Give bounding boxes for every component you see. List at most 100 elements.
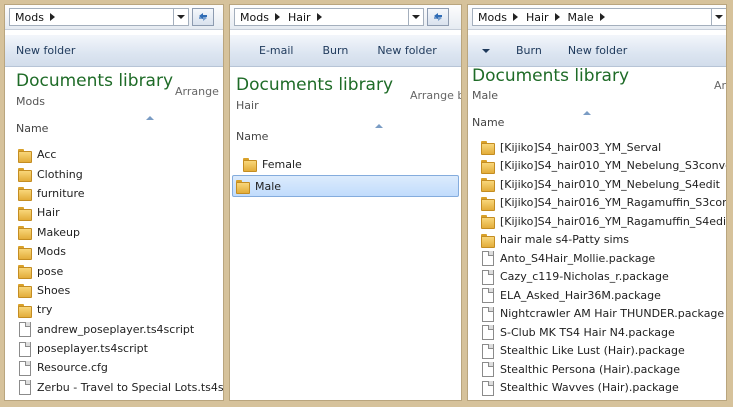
folder-item[interactable]: Acc (5, 145, 223, 164)
file-item[interactable]: Nightcrawler AM Hair THUNDER.package (468, 305, 726, 324)
address-field[interactable]: Mods (9, 8, 174, 26)
command-bar: E-mail Burn New folder (230, 35, 461, 67)
folder-item[interactable]: Makeup (5, 223, 223, 242)
library-title: Documents library (236, 75, 394, 95)
address-bar: Mods (5, 5, 223, 30)
sort-ascending-icon (146, 116, 154, 120)
breadcrumb-mods[interactable]: Mods (478, 11, 507, 24)
new-folder-button[interactable]: New folder (568, 44, 627, 57)
file-item[interactable]: Resource.cfg (5, 358, 223, 377)
breadcrumb-arrow-icon[interactable] (599, 13, 605, 21)
chevron-down-icon (177, 15, 185, 19)
folder-item[interactable]: try (5, 300, 223, 319)
breadcrumb-arrow-icon[interactable] (316, 13, 322, 21)
folder-icon (242, 157, 257, 172)
item-name: Resource.cfg (37, 361, 108, 375)
chevron-down-icon (715, 15, 723, 19)
item-name: Nightcrawler AM Hair THUNDER.package (500, 307, 725, 321)
folder-item[interactable]: Hair (5, 203, 223, 222)
file-item[interactable]: Anto_S4Hair_Mollie.package (468, 249, 726, 268)
address-bar: Mods Hair Male (468, 5, 726, 30)
file-icon (480, 362, 494, 378)
breadcrumb-hair[interactable]: Hair (288, 11, 311, 24)
folder-icon (17, 148, 32, 163)
file-item[interactable]: Cazy_c119-Nicholas_r.package (468, 268, 726, 287)
breadcrumb-mods[interactable]: Mods (15, 11, 44, 24)
address-field[interactable]: Mods Hair (234, 8, 409, 26)
folder-item[interactable]: Clothing (5, 164, 223, 183)
breadcrumb-hair[interactable]: Hair (526, 11, 549, 24)
folder-item[interactable]: furniture (5, 184, 223, 203)
file-item[interactable]: S-Club MK TS4 Hair N4.package (468, 323, 726, 342)
item-name: [Kijiko]S4_hair010_YM_Nebelung_S4edit (500, 177, 720, 191)
new-folder-button[interactable]: New folder (16, 44, 75, 57)
folder-item[interactable]: [Kijiko]S4_hair016_YM_Ragamuffin_S4edit (468, 212, 726, 231)
column-header-name[interactable]: Name (16, 122, 48, 135)
file-icon (17, 380, 31, 396)
burn-button[interactable]: Burn (516, 44, 542, 57)
address-field[interactable]: Mods Hair Male (472, 8, 712, 26)
folder-item[interactable]: hair male s4-Patty sims (468, 231, 726, 250)
breadcrumb-male[interactable]: Male (568, 11, 594, 24)
refresh-button[interactable] (427, 8, 449, 26)
breadcrumb-mods[interactable]: Mods (240, 11, 269, 24)
folder-icon (17, 206, 32, 221)
arrange-by-button[interactable]: Arrange by (714, 79, 726, 92)
breadcrumb-arrow-icon[interactable] (512, 13, 518, 21)
address-dropdown-button[interactable] (174, 8, 189, 26)
file-item[interactable]: Stealthic Like Lust (Hair).package (468, 342, 726, 361)
item-name: furniture (37, 186, 85, 200)
explorer-window-mods: Mods New folder Documents library Mods A… (4, 4, 224, 401)
folder-icon (17, 167, 32, 183)
library-subtitle: Hair (236, 99, 259, 112)
folder-item[interactable]: [Kijiko]S4_hair003_YM_Serval (468, 138, 726, 157)
item-name: Cazy_c119-Nicholas_r.package (500, 270, 669, 284)
library-subtitle: Mods (16, 95, 45, 108)
sort-ascending-icon (583, 111, 591, 115)
folder-icon (17, 283, 32, 299)
email-button[interactable]: E-mail (259, 44, 294, 57)
file-item[interactable]: andrew_poseplayer.ts4script (5, 320, 223, 339)
item-name: [Kijiko]S4_hair010_YM_Nebelung_S3convers… (500, 159, 726, 173)
file-icon (480, 380, 494, 396)
arrange-by-button[interactable]: Arrange by (175, 85, 223, 98)
file-item[interactable]: Stealthic Persona (Hair).package (468, 360, 726, 379)
item-name: pose (37, 264, 64, 278)
folder-item[interactable]: Male (232, 175, 459, 197)
column-header-name[interactable]: Name (472, 116, 504, 129)
new-folder-button[interactable]: New folder (377, 44, 436, 57)
file-item[interactable]: Stealthic Wavves (Hair).package (468, 379, 726, 398)
column-header-name[interactable]: Name (236, 130, 268, 143)
folder-item[interactable]: pose (5, 261, 223, 280)
item-name: Shoes (37, 283, 71, 297)
file-item[interactable]: poseplayer.ts4script (5, 339, 223, 358)
breadcrumb-arrow-icon[interactable] (274, 13, 280, 21)
folder-icon (17, 186, 32, 202)
item-name: ELA_Asked_Hair36M.package (500, 288, 661, 302)
organize-dropdown-button[interactable] (476, 44, 490, 57)
refresh-button[interactable] (192, 8, 214, 26)
breadcrumb-arrow-icon[interactable] (554, 13, 560, 21)
breadcrumb-arrow-icon[interactable] (49, 13, 55, 21)
folder-item[interactable]: Shoes (5, 281, 223, 300)
item-name: Zerbu - Travel to Special Lots.ts4script (37, 380, 224, 394)
folder-item[interactable]: Mods (5, 242, 223, 261)
chevron-down-icon (412, 15, 420, 19)
folder-item[interactable]: [Kijiko]S4_hair010_YM_Nebelung_S3convers… (468, 157, 726, 176)
folder-item[interactable]: Female (230, 153, 461, 175)
burn-button[interactable]: Burn (323, 44, 349, 57)
address-dropdown-button[interactable] (712, 8, 726, 26)
file-list: Female Male (230, 153, 461, 197)
folder-icon (480, 140, 495, 156)
arrange-by-button[interactable]: Arrange by (410, 89, 461, 102)
folder-icon (235, 179, 250, 194)
folder-item[interactable]: [Kijiko]S4_hair016_YM_Ragamuffin_S3conve… (468, 194, 726, 213)
refresh-icon (199, 13, 207, 21)
file-item[interactable]: ELA_Asked_Hair36M.package (468, 286, 726, 305)
item-name: Acc (37, 148, 57, 162)
folder-icon (480, 214, 495, 230)
file-item[interactable]: Zerbu - Travel to Special Lots.ts4script (5, 378, 223, 397)
folder-item[interactable]: [Kijiko]S4_hair010_YM_Nebelung_S4edit (468, 175, 726, 194)
address-dropdown-button[interactable] (409, 8, 424, 26)
item-name: Mods (37, 245, 66, 259)
